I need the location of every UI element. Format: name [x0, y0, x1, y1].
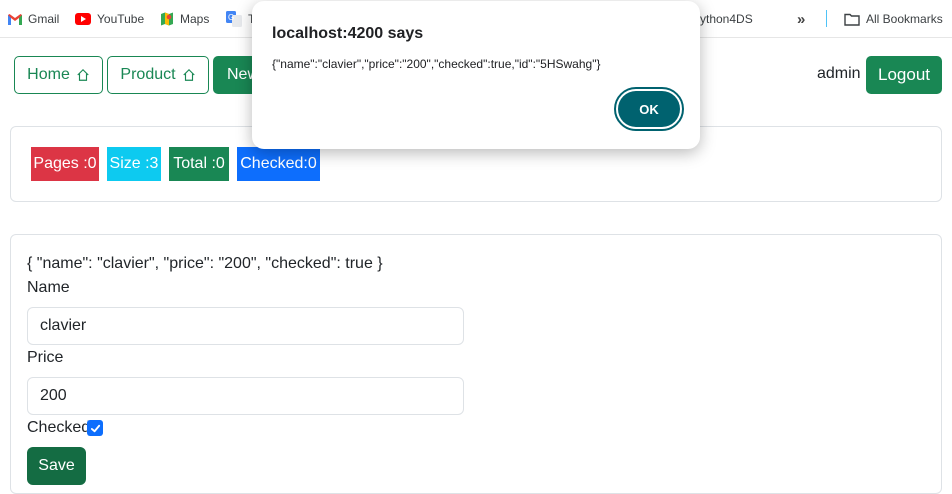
username-label: admin: [817, 65, 861, 82]
price-label: Price: [27, 349, 64, 366]
svg-text:G: G: [228, 13, 234, 22]
save-button[interactable]: Save: [27, 447, 86, 485]
checkmark-icon: [90, 424, 100, 432]
product-button[interactable]: Product: [107, 56, 209, 94]
save-label: Save: [38, 457, 75, 474]
alert-message: {"name":"clavier","price":"200","checked…: [272, 57, 601, 71]
logout-label: Logout: [878, 65, 930, 84]
bookmark-maps[interactable]: Maps: [160, 0, 209, 38]
checked-badge: Checked:0: [237, 147, 320, 181]
checked-label: Checked: [27, 419, 91, 436]
price-input[interactable]: 200: [27, 377, 464, 415]
house-icon: [182, 68, 195, 81]
home-label: Home: [27, 66, 70, 83]
youtube-icon: [75, 13, 91, 25]
bookmarks-separator: [826, 10, 827, 27]
json-preview: { "name": "clavier", "price": "200", "ch…: [27, 255, 383, 272]
maps-icon: [161, 12, 173, 26]
bookmark-python4ds[interactable]: ython4DS: [700, 0, 753, 38]
alert-dialog: localhost:4200 says {"name":"clavier","p…: [252, 1, 700, 149]
bookmark-translate[interactable]: G T: [226, 0, 255, 38]
total-badge: Total :0: [169, 147, 229, 181]
house-icon: [77, 68, 89, 81]
all-bookmarks-label: All Bookmarks: [866, 12, 943, 26]
double-chevron-icon: »: [797, 10, 806, 28]
bookmark-label: ython4DS: [700, 12, 753, 26]
product-form-card: [10, 234, 942, 494]
alert-title: localhost:4200 says: [272, 25, 424, 42]
bookmark-label: Maps: [180, 12, 210, 26]
alert-ok-button[interactable]: OK: [614, 87, 684, 131]
bookmark-label: YouTube: [97, 12, 145, 26]
size-badge: Size :3: [107, 147, 161, 181]
checked-checkbox[interactable]: [87, 420, 103, 436]
alert-ok-label: OK: [618, 91, 680, 127]
name-label: Name: [27, 279, 70, 296]
folder-icon: [844, 13, 860, 26]
name-input[interactable]: clavier: [27, 307, 464, 345]
pages-badge: Pages :0: [31, 147, 99, 181]
gmail-icon: [8, 13, 22, 25]
home-button[interactable]: Home: [14, 56, 103, 94]
bookmark-youtube[interactable]: YouTube: [75, 0, 144, 38]
bookmarks-overflow-button[interactable]: »: [797, 0, 805, 38]
translate-icon: G: [226, 11, 242, 27]
bookmark-label: Gmail: [28, 12, 60, 26]
logout-button[interactable]: Logout: [866, 56, 942, 94]
product-label: Product: [120, 66, 176, 83]
all-bookmarks-button[interactable]: All Bookmarks: [844, 0, 943, 38]
bookmark-gmail[interactable]: Gmail: [8, 0, 59, 38]
